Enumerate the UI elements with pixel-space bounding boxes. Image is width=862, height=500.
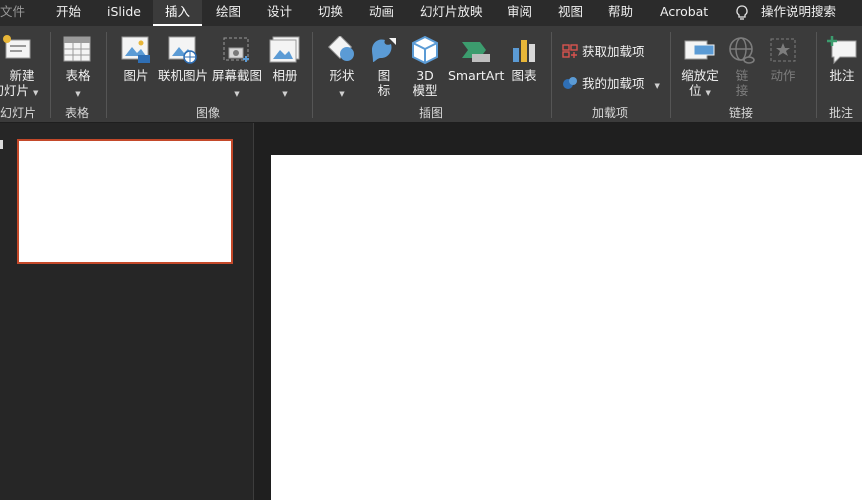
- link-label-2: 接: [735, 83, 749, 98]
- zoom-label-2-text: 位: [689, 83, 702, 98]
- star-action-icon: [770, 38, 796, 62]
- slide-thumbnail[interactable]: [17, 139, 233, 264]
- slide-number-marker: [0, 140, 3, 149]
- lightbulb-icon[interactable]: [733, 4, 751, 22]
- photo-album-label: 相册: [272, 68, 298, 83]
- chevron-down-icon: ▼: [234, 90, 240, 98]
- tab-review[interactable]: 审阅: [507, 0, 532, 26]
- comment-label: 批注: [829, 68, 855, 83]
- chevron-down-icon: ▼: [75, 90, 81, 98]
- screenshot-label: 屏幕截图: [211, 68, 262, 83]
- chart-button[interactable]: 图表: [508, 32, 540, 102]
- divider: [106, 32, 107, 118]
- group-label-images: 图像: [196, 106, 221, 120]
- table-button[interactable]: 表格 ▼: [58, 32, 98, 102]
- link-button[interactable]: 链 接: [726, 32, 758, 102]
- picture-icon: [121, 36, 150, 63]
- action-label: 动作: [770, 68, 796, 83]
- new-slide-icon: [3, 35, 31, 59]
- table-label: 表格: [65, 68, 91, 83]
- divider: [670, 32, 671, 118]
- store-icon: [562, 44, 578, 58]
- zoom-icon: [684, 40, 715, 60]
- globe-link-icon: [729, 37, 755, 64]
- tab-slideshow[interactable]: 幻灯片放映: [420, 0, 483, 26]
- action-button[interactable]: 动作: [764, 32, 802, 102]
- group-label-addins: 加载项: [592, 106, 629, 120]
- photo-album-icon: [269, 36, 300, 63]
- tab-design[interactable]: 设计: [267, 0, 292, 26]
- screenshot-button[interactable]: 屏幕截图 ▼: [211, 32, 263, 102]
- tab-help[interactable]: 帮助: [608, 0, 633, 26]
- pictures-label: 图片: [123, 68, 149, 83]
- comment-icon: [827, 36, 857, 65]
- online-pictures-button[interactable]: 联机图片: [157, 32, 209, 102]
- group-label-slides: 幻灯片: [0, 106, 37, 120]
- new-slide-label-2-text: 幻灯片: [0, 83, 30, 98]
- menu-bar: 文件 开始 iSlide 插入 绘图 设计 切换 动画 幻灯片放映 审阅 视图 …: [0, 0, 862, 26]
- screenshot-icon: [223, 37, 249, 62]
- icons-label-2: 标: [377, 83, 391, 98]
- tab-home[interactable]: 开始: [56, 0, 81, 26]
- new-slide-button[interactable]: 新建 幻灯片 ▼: [0, 32, 44, 102]
- photo-album-button[interactable]: 相册 ▼: [266, 32, 304, 102]
- online-picture-icon: [168, 36, 197, 64]
- shapes-button[interactable]: 形状 ▼: [324, 32, 360, 102]
- 3d-models-button[interactable]: 3D 模型: [408, 32, 442, 102]
- get-addins-button[interactable]: 获取加载项: [562, 41, 645, 60]
- slide-canvas[interactable]: [271, 155, 862, 500]
- chevron-down-icon: ▼: [33, 89, 39, 97]
- smartart-label: SmartArt: [448, 68, 505, 83]
- divider: [816, 32, 817, 118]
- tab-islide[interactable]: iSlide: [107, 0, 141, 26]
- chevron-down-icon: ▼: [705, 89, 711, 97]
- zoom-button[interactable]: 缩放定 位 ▼: [678, 32, 722, 102]
- divider: [50, 32, 51, 118]
- chevron-down-icon: ▼: [339, 90, 345, 98]
- cube-icon: [412, 35, 438, 65]
- tab-transitions[interactable]: 切换: [318, 0, 343, 26]
- get-addins-label: 获取加载项: [581, 44, 645, 59]
- icons-button[interactable]: 图 标: [368, 32, 400, 102]
- new-slide-label-1: 新建: [9, 68, 35, 83]
- chart-label: 图表: [511, 68, 537, 83]
- bar-chart-icon: [513, 40, 535, 62]
- new-comment-button[interactable]: 批注: [824, 32, 860, 102]
- smartart-icon: [462, 42, 490, 62]
- shapes-label: 形状: [329, 68, 355, 83]
- tab-insert[interactable]: 插入: [153, 0, 203, 26]
- my-addins-icon: [563, 77, 577, 89]
- pictures-button[interactable]: 图片: [117, 32, 155, 102]
- divider: [312, 32, 313, 118]
- shapes-icon: [327, 36, 354, 61]
- tab-draw[interactable]: 绘图: [216, 0, 241, 26]
- group-label-comments: 批注: [829, 106, 854, 120]
- icons-label-1: 图: [377, 68, 391, 83]
- group-label-tables: 表格: [65, 106, 90, 120]
- smartart-button[interactable]: SmartArt: [448, 32, 504, 102]
- group-label-links: 链接: [729, 106, 754, 120]
- chevron-down-icon: ▼: [654, 82, 660, 90]
- link-label-1: 链: [735, 68, 749, 83]
- group-label-illustrations: 插图: [419, 106, 444, 120]
- 3d-models-label-1: 3D: [416, 68, 434, 83]
- online-pictures-label: 联机图片: [157, 68, 208, 83]
- tab-file[interactable]: 文件: [0, 0, 25, 26]
- tab-view[interactable]: 视图: [558, 0, 583, 26]
- ribbon: 新建 幻灯片 ▼ 幻灯片 表格 ▼ 表格 图片: [0, 26, 862, 123]
- divider: [551, 32, 552, 118]
- my-addins-button[interactable]: 我的加载项 ▼: [562, 73, 660, 92]
- zoom-label-2: 位 ▼: [678, 83, 722, 101]
- tab-animations[interactable]: 动画: [369, 0, 394, 26]
- new-slide-label-2: 幻灯片 ▼: [0, 83, 44, 101]
- 3d-models-label-2: 模型: [412, 83, 438, 98]
- my-addins-label: 我的加载项: [581, 76, 645, 91]
- tell-me-search[interactable]: 操作说明搜索: [761, 0, 836, 26]
- zoom-label-1: 缩放定: [681, 68, 719, 83]
- icons-icon: [372, 38, 396, 62]
- chevron-down-icon: ▼: [282, 90, 288, 98]
- tab-acrobat[interactable]: Acrobat: [660, 0, 708, 26]
- table-icon: [63, 36, 91, 62]
